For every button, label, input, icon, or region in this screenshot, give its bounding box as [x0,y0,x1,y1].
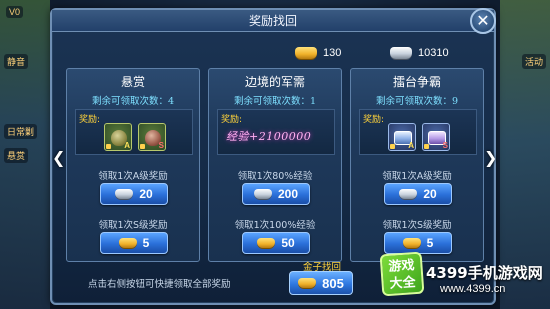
prev-page-icon[interactable]: ❮ [52,148,65,168]
reward-box: 奖励: 经验+2100000 [217,109,335,155]
option-a-label: 领取1次A级奖励 [98,171,168,182]
claim-s-button[interactable]: 5 [100,232,168,254]
dialog-title: 奖励找回 [52,10,494,32]
silver-ingot-icon [399,189,418,199]
gold-ingot-icon [298,278,317,288]
hud-activity[interactable]: 活动 [521,54,546,69]
remaining-count: 剩余可领取次数：4 [91,96,175,107]
claim-80-cost: 200 [277,187,299,201]
card-title: 擂台争霸 [392,75,441,89]
card-arena: 擂台争霸 剩余可领取次数：9 奖励: A S 领取1次A级奖励 20 领取1次S… [350,68,484,262]
exp-reward-text: 经验+2100000 [226,130,312,143]
claim-s-cost: 5 [142,236,150,250]
silver-ingot-icon [115,189,134,199]
remaining-count: 剩余可领取次数：1 [233,96,317,107]
claim-a-cost: 20 [423,187,437,201]
claim-100-cost: 50 [281,236,295,250]
reward-box: 奖励: A S [359,109,477,155]
option-s-label: 领取1次S级奖励 [382,220,452,231]
remaining-count: 剩余可领取次数：9 [375,96,459,107]
reward-chest-a-icon[interactable]: A [388,123,416,151]
gold-ingot-icon [295,47,317,59]
option-100-label: 领取1次100%经验 [234,220,316,231]
gold-ingot-icon [257,238,276,248]
watermark-site-url: www.4399.cn [440,283,506,295]
silver-ingot-icon [253,189,272,199]
watermark-logo: 游戏 大全 [379,251,425,297]
gold-ingot-icon [402,238,421,248]
reward-label: 奖励: [363,115,385,125]
next-page-icon[interactable]: ❯ [484,148,497,168]
option-80-label: 领取1次80%经验 [237,171,313,182]
claim-s-cost: 5 [426,236,434,250]
reward-recovery-dialog: 奖励找回 130 10310 悬赏 剩余可领取次数：4 奖励: A S 领取1次… [50,8,496,305]
hud-quest-2[interactable]: 悬赏 [4,148,29,163]
card-title: 边境的军需 [244,75,305,89]
claim-s-button[interactable]: 5 [384,232,452,254]
quick-claim-hint: 点击右侧按钮可快捷领取全部奖励 [88,279,231,290]
silver-balance: 10310 [390,44,449,62]
silver-ingot-icon [390,47,412,59]
close-icon[interactable]: ✕ [470,8,496,34]
claim-80-exp-button[interactable]: 200 [242,183,310,205]
watermark-site-name: 4399手机游戏网 [426,264,543,282]
reward-label: 奖励: [79,115,101,125]
option-s-label: 领取1次S级奖励 [98,220,168,231]
claim-a-cost: 20 [139,187,153,201]
gold-recover-all-button[interactable]: 805 [289,271,353,295]
item-grade: A [124,141,130,150]
item-grade: S [158,141,164,150]
silver-balance-value: 10310 [418,47,449,59]
item-grade: S [442,141,448,150]
claim-a-button[interactable]: 20 [100,183,168,205]
reward-chest-s-icon[interactable]: S [422,123,450,151]
gold-recover-cost: 805 [322,275,344,291]
claim-a-button[interactable]: 20 [384,183,452,205]
reward-label: 奖励: [221,115,243,125]
card-bounty: 悬赏 剩余可领取次数：4 奖励: A S 领取1次A级奖励 20 领取1次S级奖… [66,68,200,262]
card-title: 悬赏 [120,75,145,89]
vip-level-badge: V0 [6,6,24,18]
item-grade: A [408,141,414,150]
option-a-label: 领取1次A级奖励 [382,171,452,182]
card-border-supplies: 边境的军需 剩余可领取次数：1 奖励: 经验+2100000 领取1次80%经验… [208,68,342,262]
gold-ingot-icon [118,238,137,248]
hud-quest-1[interactable]: 日常剿 [4,124,38,139]
reward-box: 奖励: A S [75,109,193,155]
mute-toggle[interactable]: 静音 [4,54,29,69]
reward-bag-s-icon[interactable]: S [138,123,166,151]
reward-bag-a-icon[interactable]: A [104,123,132,151]
claim-100-exp-button[interactable]: 50 [242,232,310,254]
gold-balance-value: 130 [323,47,342,59]
gold-balance: 130 [295,44,341,62]
